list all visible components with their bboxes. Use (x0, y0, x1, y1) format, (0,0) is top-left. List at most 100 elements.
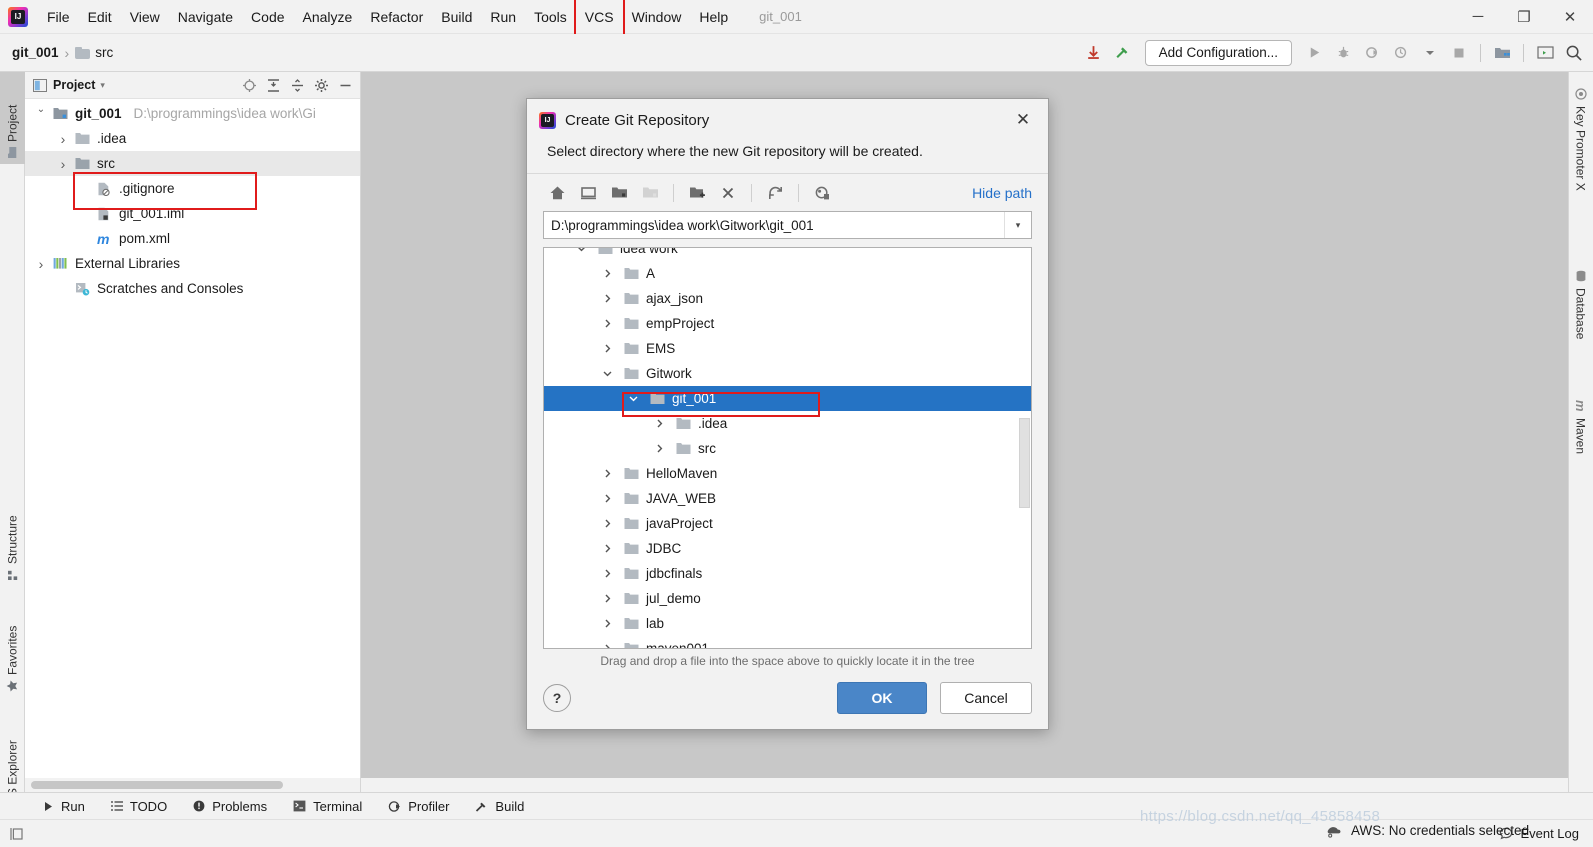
chevron-down-icon[interactable]: ▾ (100, 80, 105, 91)
run-icon[interactable] (1301, 40, 1327, 66)
project-tree-row[interactable]: git_001 D:\programmings\idea work\Gi (25, 101, 360, 126)
directory-tree-row[interactable]: javaProject (544, 511, 1031, 536)
settings-gear-icon[interactable] (312, 76, 330, 94)
directory-tree-row[interactable]: jul_demo (544, 586, 1031, 611)
menu-item-file[interactable]: File (38, 5, 79, 29)
project-tree[interactable]: git_001 D:\programmings\idea work\Gi .idea… (25, 99, 360, 301)
project-tree-row[interactable]: .gitignore (25, 176, 360, 201)
home-icon[interactable] (543, 180, 571, 206)
directory-tree-row[interactable]: EMS (544, 336, 1031, 361)
project-tree-row[interactable]: External Libraries (25, 251, 360, 276)
chevron-open-icon[interactable] (602, 368, 618, 379)
sidebar-tab-favorites[interactable]: Favorites (0, 600, 25, 698)
help-button[interactable]: ? (543, 684, 571, 712)
desktop-icon[interactable] (574, 180, 602, 206)
chevron-closed-icon[interactable] (57, 131, 69, 147)
chevron-closed-icon[interactable] (602, 343, 618, 354)
ok-button[interactable]: OK (837, 682, 927, 714)
sidebar-tab-project[interactable]: Project (0, 72, 25, 164)
directory-tree-row[interactable]: git_001 (544, 386, 1031, 411)
sidebar-tab-database[interactable]: Database (1568, 264, 1593, 360)
show-hidden-icon[interactable] (808, 180, 836, 206)
path-dropdown-icon[interactable]: ▾ (1004, 212, 1031, 238)
maximize-icon[interactable]: ❐ (1501, 0, 1547, 34)
menu-item-analyze[interactable]: Analyze (294, 5, 362, 29)
chevron-open-icon[interactable] (576, 248, 592, 254)
sidebar-tab-key-promoter[interactable]: Key Promoter X (1568, 82, 1593, 224)
update-project-icon[interactable] (1081, 40, 1107, 66)
menu-item-build[interactable]: Build (432, 5, 481, 29)
debug-icon[interactable] (1330, 40, 1356, 66)
directory-tree-row[interactable]: HelloMaven (544, 461, 1031, 486)
menu-item-tools[interactable]: Tools (525, 5, 576, 29)
project-structure-icon[interactable] (1489, 40, 1515, 66)
directory-tree[interactable]: idea work Aajax_json empProject EMS Gitwork g… (543, 247, 1032, 649)
directory-tree-row[interactable]: Gitwork (544, 361, 1031, 386)
directory-tree-row[interactable]: lab (544, 611, 1031, 636)
status-layout-icon[interactable] (0, 827, 25, 841)
close-icon[interactable]: ✕ (1547, 0, 1593, 34)
tool-button-todo[interactable]: TODO (98, 799, 180, 814)
project-panel-horizontal-scrollbar[interactable] (25, 778, 361, 792)
directory-tree-row[interactable]: empProject (544, 311, 1031, 336)
sidebar-tab-structure[interactable]: Structure (0, 490, 25, 586)
delete-icon[interactable] (714, 180, 742, 206)
menu-item-run[interactable]: Run (481, 5, 525, 29)
chevron-closed-icon[interactable] (602, 493, 618, 504)
project-tree-row[interactable]: git_001.iml (25, 201, 360, 226)
directory-tree-row[interactable]: JAVA_WEB (544, 486, 1031, 511)
menu-item-window[interactable]: Window (623, 5, 691, 29)
menu-item-code[interactable]: Code (242, 5, 293, 29)
chevron-closed-icon[interactable] (602, 568, 618, 579)
directory-tree-row[interactable]: .idea (544, 411, 1031, 436)
sidebar-tab-maven[interactable]: m Maven (1568, 394, 1593, 472)
expand-all-icon[interactable] (264, 76, 282, 94)
search-everywhere-icon[interactable] (1561, 40, 1587, 66)
new-folder-icon[interactable] (683, 180, 711, 206)
project-tree-row[interactable]: .idea (25, 126, 360, 151)
minimize-icon[interactable]: ─ (1455, 0, 1501, 34)
build-hammer-icon[interactable] (1110, 40, 1136, 66)
hide-icon[interactable] (336, 76, 354, 94)
chevron-closed-icon[interactable] (602, 468, 618, 479)
menu-item-view[interactable]: View (121, 5, 169, 29)
directory-tree-row[interactable]: maven001 (544, 636, 1031, 648)
cancel-button[interactable]: Cancel (940, 682, 1032, 714)
chevron-open-icon[interactable] (628, 393, 644, 404)
chevron-down-icon[interactable] (1417, 40, 1443, 66)
directory-tree-row[interactable]: JDBC (544, 536, 1031, 561)
aws-status-indicator[interactable]: AWS: No credentials selected (1326, 823, 1529, 838)
chevron-closed-icon[interactable] (602, 618, 618, 629)
directory-tree-row[interactable]: jdbcfinals (544, 561, 1031, 586)
chevron-closed-icon[interactable] (602, 543, 618, 554)
menu-item-edit[interactable]: Edit (79, 5, 121, 29)
breadcrumb-item-src[interactable]: src (75, 45, 113, 60)
stop-icon[interactable] (1446, 40, 1472, 66)
tool-button-build[interactable]: Build (462, 799, 537, 814)
tool-button-terminal[interactable]: Terminal (280, 799, 375, 814)
scrollbar-thumb[interactable] (31, 781, 283, 789)
terminal-icon[interactable] (1532, 40, 1558, 66)
locate-icon[interactable] (240, 76, 258, 94)
add-configuration-button[interactable]: Add Configuration... (1144, 39, 1292, 66)
chevron-closed-icon[interactable] (35, 256, 47, 272)
chevron-closed-icon[interactable] (602, 593, 618, 604)
tool-button-run[interactable]: Run (30, 799, 98, 814)
chevron-closed-icon[interactable] (602, 643, 618, 648)
refresh-icon[interactable] (761, 180, 789, 206)
chevron-closed-icon[interactable] (654, 443, 670, 454)
menu-item-navigate[interactable]: Navigate (169, 5, 242, 29)
menu-item-vcs[interactable]: VCS (573, 0, 625, 37)
dialog-close-icon[interactable]: ✕ (1010, 110, 1036, 130)
directory-tree-row[interactable]: A (544, 261, 1031, 286)
tool-button-problems[interactable]: Problems (180, 799, 280, 814)
directory-tree-row[interactable]: ajax_json (544, 286, 1031, 311)
profile-icon[interactable] (1388, 40, 1414, 66)
chevron-closed-icon[interactable] (602, 268, 618, 279)
chevron-open-icon[interactable] (35, 108, 47, 119)
project-dir-icon[interactable] (605, 180, 633, 206)
project-tree-row[interactable]: m pom.xml (25, 226, 360, 251)
collapse-all-icon[interactable] (288, 76, 306, 94)
directory-tree-row[interactable]: idea work (544, 248, 1031, 261)
project-tree-row[interactable]: src (25, 151, 360, 176)
